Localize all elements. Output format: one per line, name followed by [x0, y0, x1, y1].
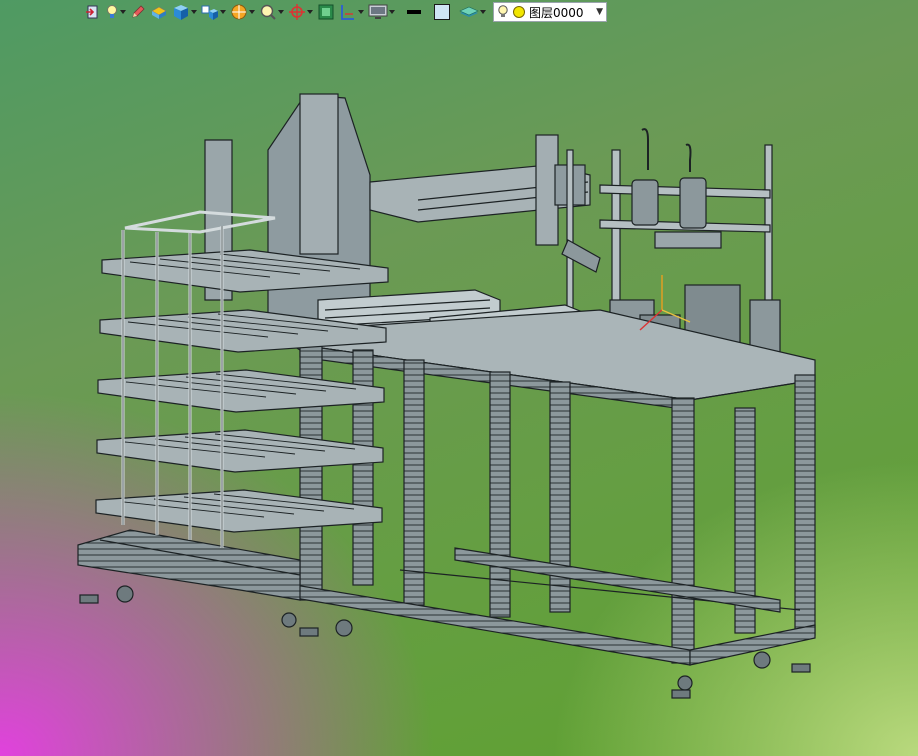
camera-1	[631, 179, 659, 226]
multi-view-button[interactable]	[200, 1, 227, 23]
exit-button[interactable]	[84, 1, 102, 23]
render-style-button[interactable]	[229, 1, 256, 23]
line-weight-icon	[407, 10, 421, 14]
display-button[interactable]	[367, 1, 396, 23]
view-cube-button[interactable]	[171, 1, 198, 23]
monitor-icon	[368, 4, 388, 19]
layer-name: 图层0000	[529, 5, 584, 20]
chevron-down-icon[interactable]	[277, 1, 284, 23]
color-button[interactable]	[432, 1, 452, 23]
layer-stack-icon	[459, 6, 479, 17]
chevron-down-icon[interactable]	[190, 1, 197, 23]
view-toolbar: 图层0000 ▼	[84, 0, 607, 24]
chevron-down-icon[interactable]	[248, 1, 255, 23]
chevron-down-icon[interactable]	[479, 1, 486, 23]
chevron-down-icon[interactable]	[306, 1, 313, 23]
color-swatch-icon	[434, 4, 450, 20]
fit-view-icon	[318, 4, 334, 20]
lighting-button[interactable]	[104, 1, 127, 23]
light-bulb-icon	[107, 5, 117, 18]
chevron-down-icon[interactable]	[219, 1, 226, 23]
extrude-block-icon	[151, 6, 167, 19]
zoom-button[interactable]	[258, 1, 285, 23]
machine-assembly	[77, 93, 816, 699]
pencil-icon	[132, 5, 145, 18]
back-column	[299, 93, 339, 255]
sketch-button[interactable]	[129, 1, 147, 23]
line-weight-button[interactable]	[404, 1, 424, 23]
render-style-icon	[231, 4, 247, 20]
caster-wheels	[79, 585, 811, 699]
section-button[interactable]	[338, 1, 365, 23]
chevron-down-icon[interactable]	[388, 1, 395, 23]
extrude-button[interactable]	[149, 1, 169, 23]
3d-model-viewport[interactable]	[0, 24, 918, 756]
layer-dropdown[interactable]: 图层0000 ▼	[493, 2, 607, 22]
multi-view-icon	[201, 5, 218, 20]
light-bulb-icon[interactable]	[497, 4, 509, 20]
chevron-down-icon[interactable]: ▼	[596, 7, 603, 17]
exit-door-icon	[86, 5, 98, 19]
section-plane-icon	[341, 5, 354, 20]
navigate-button[interactable]	[287, 1, 314, 23]
cube-view-icon	[174, 5, 188, 20]
zoom-icon	[260, 4, 276, 20]
camera-2	[679, 177, 707, 229]
layer-manager-button[interactable]	[458, 1, 487, 23]
chevron-down-icon[interactable]	[119, 1, 126, 23]
layer-color-icon[interactable]	[512, 5, 526, 19]
chevron-down-icon[interactable]	[357, 1, 364, 23]
rack-base	[77, 529, 301, 601]
fit-view-button[interactable]	[316, 1, 336, 23]
compass-icon	[289, 4, 305, 20]
